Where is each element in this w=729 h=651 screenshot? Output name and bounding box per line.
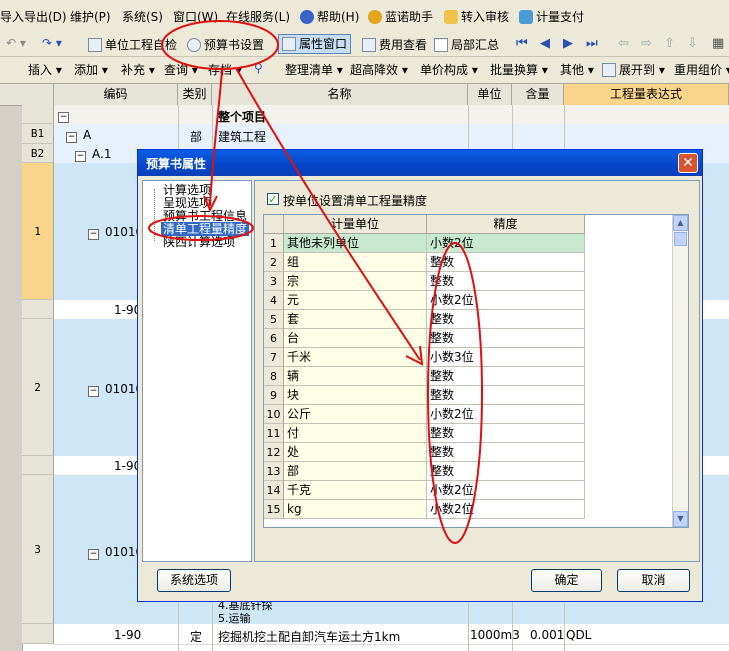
annotation-ellipse-settings xyxy=(161,20,279,70)
annotation-ellipse-precision xyxy=(427,242,483,544)
annotation-ellipse-nav xyxy=(148,215,254,241)
annotation-arrow xyxy=(209,69,223,207)
annotation-arrowhead xyxy=(405,345,424,366)
annotation-arrow xyxy=(235,67,421,361)
annotation-overlay xyxy=(148,20,483,544)
